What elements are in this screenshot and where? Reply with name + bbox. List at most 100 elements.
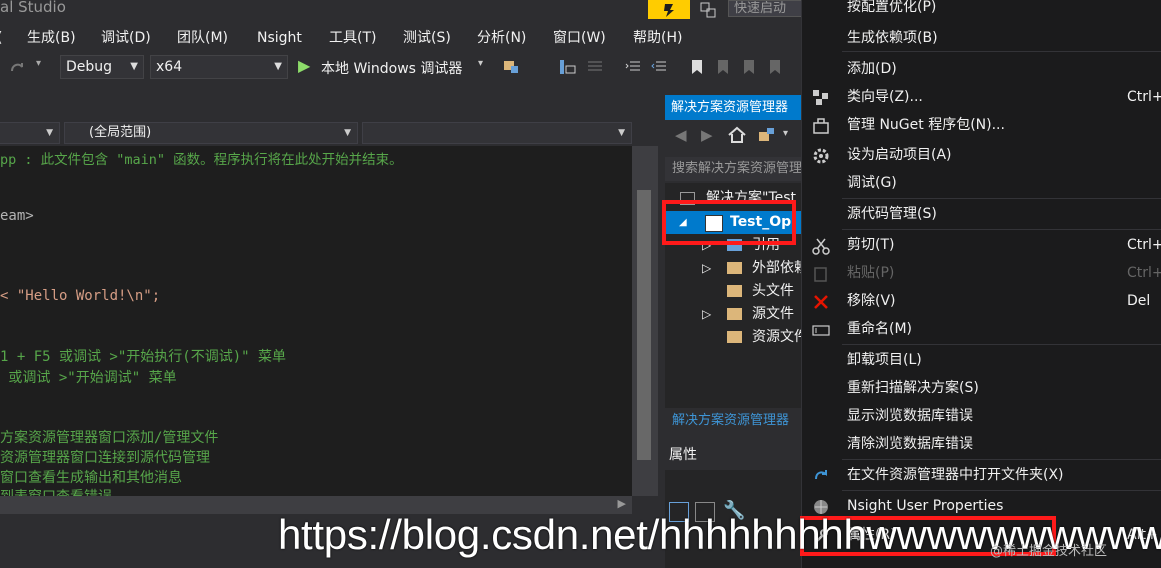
clear-bookmarks-icon[interactable]: [766, 58, 784, 76]
menu-analyze[interactable]: 分析(N): [477, 26, 526, 50]
member-select[interactable]: ▼: [362, 122, 632, 144]
editor-navigation-bar: ▼ (全局范围) ▼ ▼: [0, 120, 632, 146]
prev-bookmark-icon[interactable]: [714, 58, 732, 76]
solution-search-input[interactable]: 搜索解决方案资源管理: [665, 157, 801, 181]
menu-test[interactable]: 测试(S): [403, 26, 451, 50]
code-line: 方案资源管理器窗口添加/管理文件: [0, 430, 219, 446]
scroll-right-icon[interactable]: ▶: [618, 497, 626, 510]
scope-value: (全局范围): [89, 125, 152, 140]
config-value: Debug: [66, 59, 113, 75]
menu-item-unload-project[interactable]: 卸载项目(L): [802, 347, 1161, 373]
nuget-icon: [812, 117, 830, 135]
menu-debug[interactable]: 调试(D): [101, 26, 151, 50]
menu-item-label: 源代码管理(S): [847, 206, 937, 222]
menu-separator: [842, 198, 1161, 199]
step-icon[interactable]: [558, 58, 576, 76]
menu-item-open-in-explorer[interactable]: 在文件资源管理器中打开文件夹(X): [802, 462, 1161, 488]
menu-build[interactable]: 生成(B): [27, 26, 76, 50]
play-icon[interactable]: ▶: [298, 56, 310, 75]
menu-item-add[interactable]: 添加(D): [802, 56, 1161, 82]
menu-item-label: 剪切(T): [847, 237, 895, 253]
menu-item-build-dependencies[interactable]: 生成依赖项(B): [802, 25, 1161, 51]
folder-icon: [727, 262, 742, 274]
menu-item-clear-browse-errors[interactable]: 清除浏览数据库错误: [802, 431, 1161, 457]
indent-icon[interactable]: [624, 58, 642, 76]
menu-item-rescan-solution[interactable]: 重新扫描解决方案(S): [802, 375, 1161, 401]
tree-item-label: 资源文件: [752, 329, 801, 345]
chevron-down-icon: ▼: [46, 128, 53, 138]
live-share-icon[interactable]: [648, 0, 690, 19]
tree-item-external-deps[interactable]: ▷ 外部依赖: [665, 257, 801, 280]
bookmark-icon[interactable]: [688, 58, 706, 76]
menu-item-show-browse-errors[interactable]: 显示浏览数据库错误: [802, 403, 1161, 429]
scrollbar-thumb[interactable]: [637, 190, 651, 460]
config-select[interactable]: Debug ▼: [60, 55, 144, 79]
chevron-down-icon: ▼: [130, 61, 138, 72]
platform-select[interactable]: x64 ▼: [150, 55, 288, 79]
menu-item-source-control[interactable]: 源代码管理(S): [802, 201, 1161, 227]
code-line: < "Hello World!\n";: [0, 288, 161, 304]
menu-separator: [842, 229, 1161, 230]
code-line: 窗口查看生成输出和其他消息: [0, 470, 182, 486]
redo-icon[interactable]: [8, 58, 26, 76]
menu-item-label: 调试(G): [847, 175, 897, 191]
menu-item-debug[interactable]: 调试(G): [802, 170, 1161, 196]
menu-team[interactable]: 团队(M): [177, 26, 228, 50]
global-scope-select[interactable]: (全局范围) ▼: [64, 122, 358, 144]
editor-vertical-scrollbar[interactable]: [632, 146, 658, 496]
outdent-icon[interactable]: [650, 58, 668, 76]
solution-explorer-toolbar: ◀ ▶ ▾: [665, 120, 801, 152]
code-editor[interactable]: pp : 此文件包含 "main" 函数。程序执行将在此处开始并结束。 eam>…: [0, 146, 632, 505]
menu-item-label: 按配置优化(P): [847, 0, 937, 15]
gear-icon: [812, 147, 830, 165]
switch-views-icon[interactable]: [757, 126, 777, 148]
forward-icon[interactable]: ▶: [701, 126, 713, 144]
menu-separator: [842, 490, 1161, 491]
format-icon[interactable]: [586, 58, 604, 76]
code-line: pp : 此文件包含 "main" 函数。程序执行将在此处开始并结束。: [0, 152, 403, 168]
remove-icon: [812, 293, 830, 311]
project-scope-select[interactable]: ▼: [0, 122, 60, 144]
menu-item-label: 卸载项目(L): [847, 352, 922, 368]
views-dropdown-icon[interactable]: ▾: [783, 128, 788, 139]
menu-item-label: 管理 NuGet 程序包(N)...: [847, 117, 1005, 133]
next-bookmark-icon[interactable]: [740, 58, 758, 76]
run-button[interactable]: 本地 Windows 调试器: [321, 58, 462, 78]
menu-item-manage-nuget[interactable]: 管理 NuGet 程序包(N)...: [802, 112, 1161, 138]
menu-item-remove[interactable]: 移除(V) Del: [802, 288, 1161, 314]
menu-item-label: 移除(V): [847, 293, 896, 309]
menu-item-label: 设为启动项目(A): [847, 147, 952, 163]
quick-launch-input[interactable]: 快速启动: [728, 0, 802, 17]
feedback-icon[interactable]: [698, 0, 720, 19]
tree-item-resource-files[interactable]: 资源文件: [665, 326, 801, 349]
back-icon[interactable]: ◀: [675, 126, 687, 144]
run-dropdown-icon[interactable]: ▾: [478, 58, 483, 69]
tree-item-label: 源文件: [752, 306, 794, 322]
menu-item-paste[interactable]: 粘贴(P) Ctrl+: [802, 260, 1161, 286]
chevron-down-icon: ▼: [618, 128, 625, 138]
menu-separator: [842, 344, 1161, 345]
menu-window[interactable]: 窗口(W): [553, 26, 606, 50]
menu-item-class-wizard[interactable]: 类向导(Z)... Ctrl+: [802, 84, 1161, 110]
tree-item-header-files[interactable]: 头文件: [665, 280, 801, 303]
menu-help[interactable]: 帮助(H): [633, 26, 682, 50]
window-title: al Studio: [0, 0, 66, 16]
menu-item-set-startup[interactable]: 设为启动项目(A): [802, 142, 1161, 168]
menu-item-label: 在文件资源管理器中打开文件夹(X): [847, 467, 1064, 483]
tree-item-source-files[interactable]: ▷ 源文件: [665, 303, 801, 326]
menu-tools[interactable]: 工具(T): [329, 26, 376, 50]
home-icon[interactable]: [727, 125, 747, 149]
collapsed-arrow-icon: ▷: [702, 307, 712, 321]
attach-icon[interactable]: [502, 58, 520, 76]
menu-nsight[interactable]: Nsight: [257, 26, 302, 50]
menu-item-pgo[interactable]: 按配置优化(P): [802, 0, 1161, 20]
menu-item-label: 重命名(M): [847, 321, 913, 337]
menu-item-rename[interactable]: 重命名(M): [802, 316, 1161, 342]
menu-edit[interactable]: (: [0, 26, 2, 50]
menu-bar: ( 生成(B) 调试(D) 团队(M) Nsight 工具(T) 测试(S) 分…: [0, 26, 801, 50]
menu-separator: [842, 459, 1161, 460]
menu-item-shortcut: Del: [1127, 293, 1151, 309]
redo-dropdown-icon[interactable]: ▾: [36, 58, 41, 69]
tab-solution-explorer[interactable]: 解决方案资源管理器: [665, 408, 801, 433]
menu-item-cut[interactable]: 剪切(T) Ctrl+: [802, 232, 1161, 258]
